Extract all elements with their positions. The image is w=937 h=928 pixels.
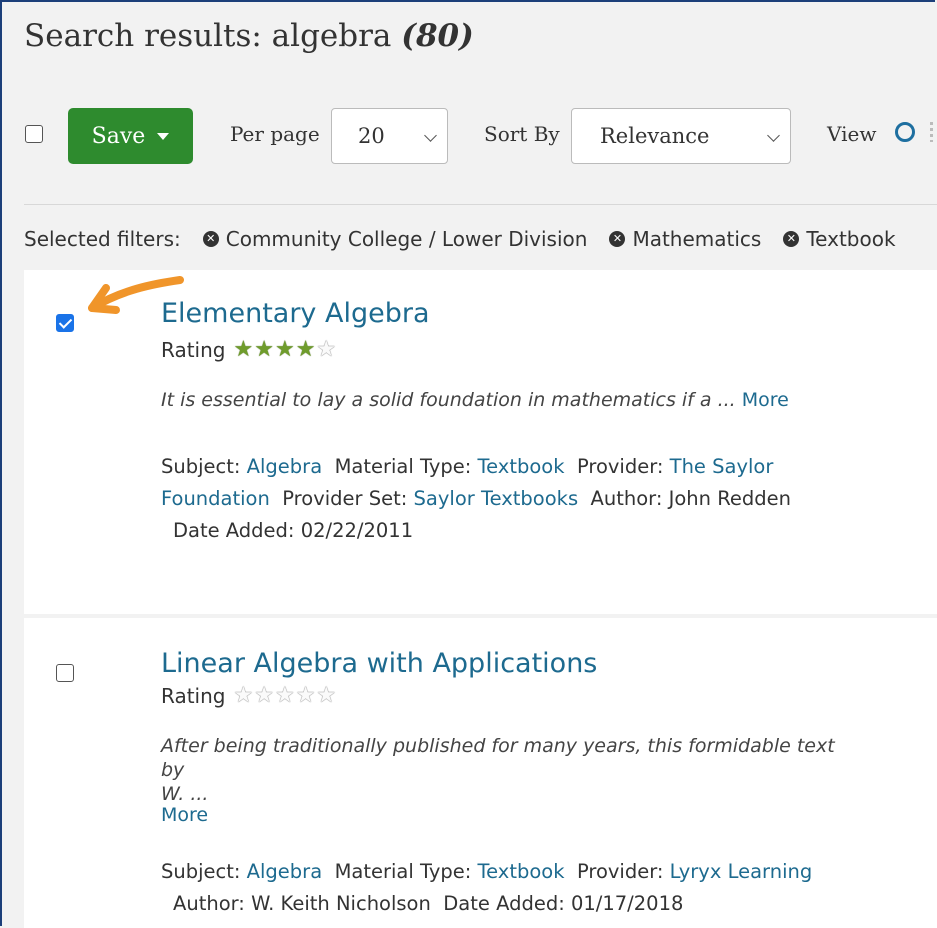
provider-set-label: Provider Set:: [282, 487, 408, 510]
subject-link[interactable]: Algebra: [247, 455, 322, 478]
date-label: Date Added:: [443, 892, 565, 915]
star-icon: ★: [254, 683, 274, 708]
provider-link[interactable]: Lyryx Learning: [670, 860, 813, 883]
filter-chip[interactable]: ✕ Mathematics: [609, 227, 761, 251]
per-page-value: 20: [358, 124, 385, 148]
filter-chip-label: Community College / Lower Division: [225, 227, 588, 251]
caret-down-icon: [157, 132, 170, 140]
star-icon: ★: [316, 337, 337, 362]
view-list-radio[interactable]: [895, 122, 915, 142]
result-select-checkbox[interactable]: [56, 314, 74, 332]
date-value: 01/17/2018: [570, 892, 684, 915]
result-metadata: Subject: Algebra Material Type: Textbook…: [161, 451, 861, 547]
chevron-down-icon: [767, 129, 780, 142]
select-all-checkbox[interactable]: [25, 125, 43, 143]
rating-stars: ★ ★ ★ ★ ★: [233, 685, 336, 707]
result-select-checkbox[interactable]: [56, 664, 74, 682]
star-icon: ★: [274, 337, 295, 362]
search-query: Search results: algebra: [24, 18, 392, 54]
filters-label: Selected filters:: [24, 227, 181, 251]
result-title-link[interactable]: Linear Algebra with Applications: [161, 648, 597, 679]
author-label: Author:: [590, 487, 663, 510]
provider-set-link[interactable]: Saylor Textbooks: [414, 487, 579, 510]
sort-value: Relevance: [600, 124, 710, 148]
save-button-label: Save: [91, 123, 146, 149]
remove-filter-icon[interactable]: ✕: [202, 231, 219, 247]
sort-by-label: Sort By: [484, 122, 560, 146]
star-icon: ★: [274, 683, 295, 708]
provider-label: Provider:: [576, 455, 664, 478]
star-icon: ★: [295, 683, 316, 708]
star-icon: ★: [233, 337, 254, 362]
divider: [24, 204, 937, 205]
filter-chip-label: Textbook: [806, 227, 896, 251]
rating: Rating ★ ★ ★ ★ ★: [161, 338, 336, 362]
chevron-down-icon: [424, 129, 437, 142]
result-metadata: Subject: Algebra Material Type: Textbook…: [161, 856, 901, 920]
material-label: Material Type:: [334, 860, 472, 883]
subject-label: Subject:: [161, 455, 241, 478]
description-text: After being traditionally published for …: [161, 735, 835, 781]
result-description-more: More: [161, 803, 208, 827]
per-page-label: Per page: [230, 122, 320, 146]
star-icon: ★: [254, 337, 274, 362]
material-label: Material Type:: [334, 455, 472, 478]
date-label: Date Added:: [173, 519, 295, 542]
date-value: 02/22/2011: [300, 519, 414, 542]
save-button[interactable]: Save: [68, 108, 193, 164]
author-label: Author:: [173, 892, 245, 915]
author-value: W. Keith Nicholson: [251, 892, 431, 915]
rating-label: Rating: [161, 338, 226, 362]
subject-label: Subject:: [161, 860, 241, 883]
provider-label: Provider:: [576, 860, 664, 883]
description-text: It is essential to lay a solid foundatio…: [161, 389, 736, 411]
view-grid-icon[interactable]: [930, 122, 933, 142]
remove-filter-icon[interactable]: ✕: [783, 231, 800, 247]
more-link[interactable]: More: [742, 389, 789, 411]
description-text: W. ...: [161, 783, 209, 805]
material-link[interactable]: Textbook: [478, 455, 565, 478]
star-icon: ★: [233, 683, 254, 708]
star-icon: ★: [295, 337, 316, 362]
more-link[interactable]: More: [161, 804, 208, 826]
filter-chip-label: Mathematics: [632, 227, 762, 251]
sort-by-select[interactable]: Relevance: [571, 108, 791, 164]
remove-filter-icon[interactable]: ✕: [609, 231, 626, 247]
view-label: View: [827, 122, 877, 146]
author-value: John Redden: [668, 487, 791, 510]
per-page-select[interactable]: 20: [331, 108, 448, 164]
rating-label: Rating: [161, 684, 226, 708]
subject-link[interactable]: Algebra: [247, 860, 322, 883]
result-description: It is essential to lay a solid foundatio…: [161, 388, 861, 412]
result-description: After being traditionally published for …: [161, 734, 861, 806]
filter-chip[interactable]: ✕ Community College / Lower Division: [202, 227, 588, 251]
result-title-link[interactable]: Elementary Algebra: [161, 298, 430, 329]
filter-chip[interactable]: ✕ Textbook: [783, 227, 896, 251]
selected-filters: Selected filters: ✕ Community College / …: [24, 227, 896, 251]
page-title: Search results: algebra (80): [24, 18, 474, 54]
material-link[interactable]: Textbook: [478, 860, 565, 883]
rating-stars: ★ ★ ★ ★ ★: [233, 339, 336, 361]
results-count: (80): [401, 18, 474, 54]
star-icon: ★: [316, 683, 337, 708]
arrow-annotation-icon: [88, 276, 184, 314]
rating: Rating ★ ★ ★ ★ ★: [161, 684, 336, 708]
